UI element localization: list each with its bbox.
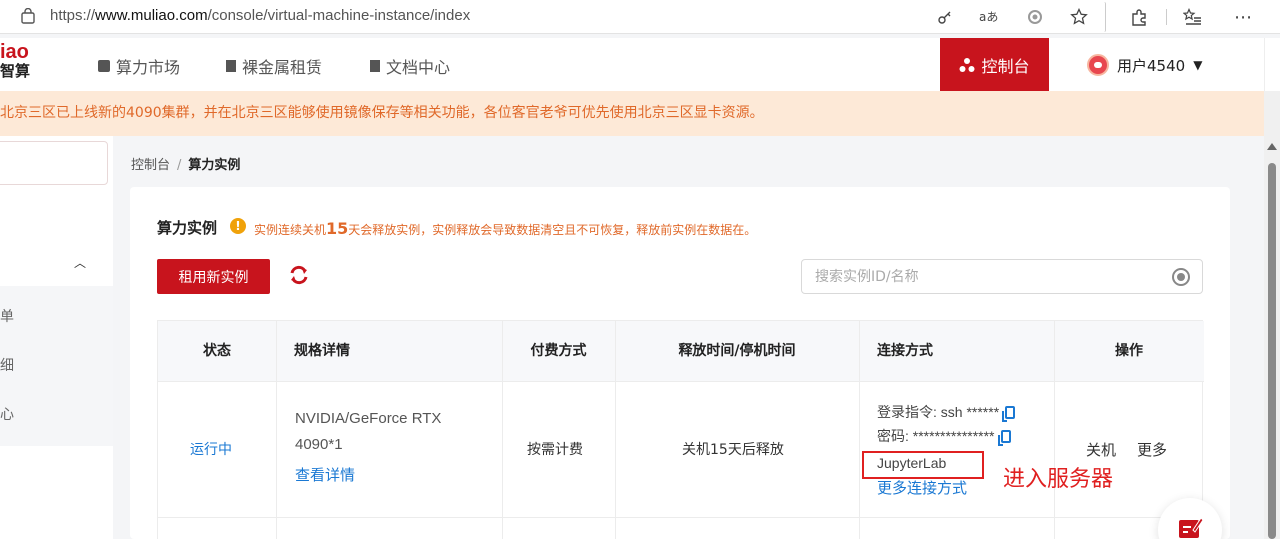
logo-line2: 智算 <box>0 63 31 80</box>
shutdown-button[interactable]: 关机 <box>1086 439 1116 460</box>
page-title: 算力实例 <box>157 219 218 237</box>
nav-item-bare-metal[interactable]: 裸金属租赁 <box>226 54 322 78</box>
sidebar-search-box[interactable] <box>0 141 108 185</box>
svg-text:aあ: aあ <box>979 10 998 24</box>
user-menu[interactable]: 用户4540 ▼ <box>1087 54 1202 76</box>
instances-table: 状态 规格详情 付费方式 释放时间/停机时间 连接方式 操作 运行中 NVIDI… <box>157 320 1204 539</box>
table-row: 运行中 NVIDIA/GeForce RTX 4090*1 查看详情 按需计费 … <box>158 382 1204 518</box>
login-command-text: 登录指令: ssh ****** <box>877 404 1000 420</box>
nav-label: 裸金属租赁 <box>242 58 323 77</box>
document-icon <box>370 60 380 72</box>
page-scrollbar[interactable] <box>1264 91 1280 539</box>
rent-new-instance-button[interactable]: 租用新实例 <box>157 259 270 294</box>
more-menu-icon[interactable]: ⋯ <box>1232 6 1254 28</box>
col-status: 状态 <box>203 343 231 359</box>
breadcrumb-separator: / <box>177 158 182 173</box>
spec-line2: 4090*1 <box>295 436 343 453</box>
site-logo[interactable]: iao 智算 <box>0 42 30 82</box>
page-info-icon[interactable] <box>20 8 36 24</box>
breadcrumb-root[interactable]: 控制台 <box>131 158 170 173</box>
favorites-list-icon[interactable] <box>1182 6 1204 28</box>
logo-line1: iao <box>0 41 29 63</box>
login-command: 登录指令: ssh ****** <box>877 400 1016 424</box>
announcement-bar: 北京三区已上线新的4090集群，并在北京三区能够使用镜像保存等相关功能，各位客官… <box>0 91 1264 136</box>
address-bar[interactable]: https://www.muliao.com/console/virtual-m… <box>50 7 470 24</box>
table-header: 状态 规格详情 付费方式 释放时间/停机时间 连接方式 操作 <box>158 321 1204 382</box>
col-spec: 规格详情 <box>294 343 350 359</box>
view-details-link[interactable]: 查看详情 <box>295 464 355 485</box>
col-release-time: 释放时间/停机时间 <box>678 343 796 359</box>
key-icon[interactable] <box>934 6 956 28</box>
release-info: 关机15天后释放 <box>682 442 784 458</box>
console-icon <box>959 57 975 72</box>
user-name: 用户4540 <box>1117 56 1186 75</box>
release-warning: 实例连续关机15天会释放实例，实例释放会导致数据清空且不可恢复，释放前实例在数据… <box>254 219 756 238</box>
copy-icon[interactable] <box>997 430 1011 446</box>
caret-down-icon: ▼ <box>1193 58 1203 72</box>
edit-icon <box>1179 517 1203 538</box>
nav-label: 文档中心 <box>386 58 451 77</box>
server-icon <box>226 60 236 72</box>
address-bar-end <box>1104 2 1106 32</box>
password-text: 密码: *************** <box>877 428 995 444</box>
copy-icon[interactable] <box>1002 406 1016 422</box>
url-path: /console/virtual-machine-instance/index <box>207 7 471 24</box>
billing-type: 按需计费 <box>527 442 583 458</box>
more-connections-link[interactable]: 更多连接方式 <box>877 477 967 498</box>
market-icon <box>98 60 110 72</box>
toolbar-divider <box>1166 9 1167 25</box>
warning-days: 15 <box>326 219 349 238</box>
extensions-icon[interactable] <box>1128 6 1150 28</box>
scroll-up-arrow-icon[interactable] <box>1267 143 1277 150</box>
password: 密码: *************** <box>877 424 1011 448</box>
refresh-icon[interactable] <box>288 264 310 286</box>
highlight-box <box>862 451 984 479</box>
sidebar-item-orders[interactable]: 单 <box>0 306 14 326</box>
sidebar-item-center[interactable]: 心 <box>0 404 14 424</box>
spec-line1: NVIDIA/GeForce RTX <box>295 410 442 427</box>
console-button[interactable]: 控制台 <box>940 38 1049 91</box>
status-running[interactable]: 运行中 <box>190 439 232 459</box>
sidebar: ︿ 单 细 心 <box>0 136 113 539</box>
read-aloud-icon[interactable]: aあ <box>978 6 1000 28</box>
search-icon[interactable] <box>1172 268 1190 286</box>
page-edge <box>1264 38 1280 91</box>
nav-item-compute-market[interactable]: 算力市场 <box>98 54 180 78</box>
browser-toolbar: https://www.muliao.com/console/virtual-m… <box>0 0 1280 34</box>
scroll-thumb[interactable] <box>1268 163 1276 539</box>
nav-item-docs[interactable]: 文档中心 <box>370 54 450 78</box>
refresh-browser-icon[interactable] <box>1024 6 1046 28</box>
url-domain: www.muliao.com <box>95 7 208 24</box>
col-billing: 付费方式 <box>530 343 587 359</box>
col-connection: 连接方式 <box>877 343 933 359</box>
nav-label: 算力市场 <box>116 58 181 77</box>
warning-prefix: 实例连续关机 <box>254 223 327 237</box>
sidebar-item-details[interactable]: 细 <box>0 355 14 375</box>
breadcrumb: 控制台 / 算力实例 <box>131 154 240 173</box>
col-actions: 操作 <box>1115 343 1143 359</box>
url-prefix: https:// <box>50 7 96 24</box>
warning-suffix: 天会释放实例，实例释放会导致数据清空且不可恢复，释放前实例在数据在。 <box>348 223 757 237</box>
warning-icon: ! <box>230 218 246 234</box>
top-navigation: iao 智算 算力市场 裸金属租赁 文档中心 控制台 用户4540 ▼ <box>0 38 1264 91</box>
avatar <box>1087 54 1109 76</box>
search-input[interactable] <box>802 260 1142 293</box>
more-actions-button[interactable]: 更多 <box>1137 439 1167 460</box>
breadcrumb-current: 算力实例 <box>188 158 241 173</box>
instance-search <box>801 259 1203 294</box>
chevron-up-icon[interactable]: ︿ <box>74 254 86 271</box>
sidebar-submenu <box>0 286 113 446</box>
annotation-label: 进入服务器 <box>1003 467 1114 492</box>
console-label: 控制台 <box>981 56 1030 76</box>
favorite-star-icon[interactable] <box>1068 6 1090 28</box>
